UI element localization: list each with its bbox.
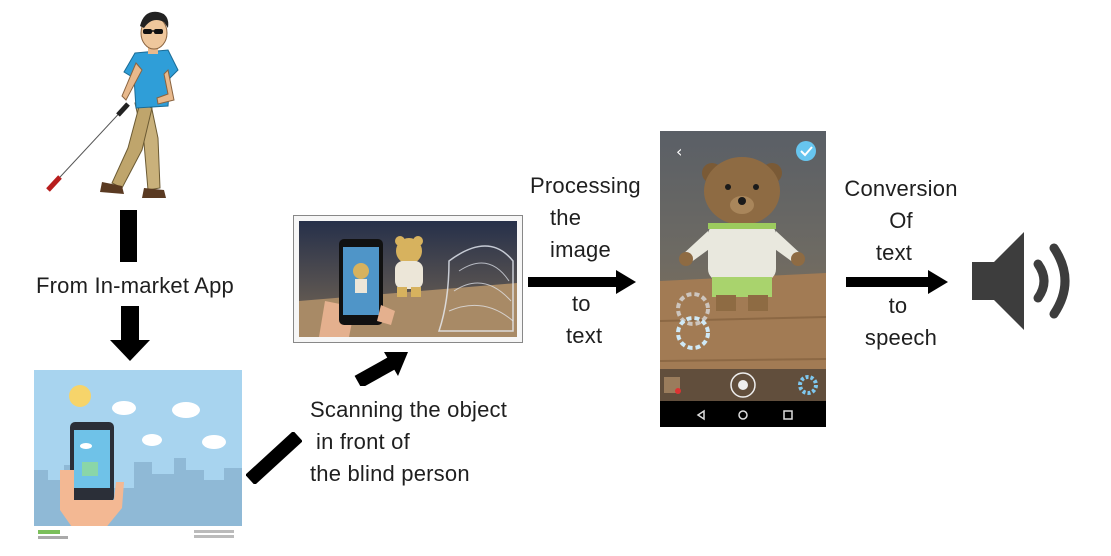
processing-label-line-2: the [550,205,582,230]
flow-arrow-shaft-upper [120,210,137,262]
conversion-label-line-2: Of [889,208,913,233]
processing-to-text-label: to text [540,288,640,352]
conversion-label-line-5: speech [864,325,938,350]
phone-scanning-object-icon [299,221,517,337]
scanning-label-line-1: Scanning the object [310,397,508,422]
in-market-app-illustration [34,370,242,542]
conversion-label: Conversion Of text [834,173,968,269]
speaker [970,228,1082,334]
processing-label: Processing the image [526,170,656,266]
down-arrow [108,306,152,362]
blind-person-illustration [40,8,200,208]
scanning-label-line-3: the blind person [310,461,470,486]
scanning-photo [293,215,523,343]
conversion-to-speech-label: to speech [842,290,960,354]
in-market-app-label: From In-market App [36,273,234,298]
scanning-label-line-2: in front of [316,429,410,454]
scanning-label: Scanning the object in front of the blin… [310,394,550,490]
speaker-volume-icon [972,232,1070,330]
smartphone-app-illustration-icon [34,370,242,542]
recognition-phone-screen: ‹ [660,131,826,427]
conversion-label-line-1: Conversion [844,176,958,201]
processing-label-line-5: text [566,323,603,348]
conversion-label-line-3: text [875,240,913,265]
processing-label-line-1: Processing [530,173,641,198]
conversion-label-line-4: to [888,293,908,318]
processing-label-line-3: image [550,237,611,262]
processing-label-line-4: to [572,291,591,316]
svg-text:‹: ‹ [676,142,682,161]
diagonal-arrow-lower [246,432,302,484]
diagonal-arrow-upper [354,352,410,386]
blind-person-with-cane-icon [46,11,179,198]
phone-recognition-screen-icon: ‹ [660,131,826,427]
